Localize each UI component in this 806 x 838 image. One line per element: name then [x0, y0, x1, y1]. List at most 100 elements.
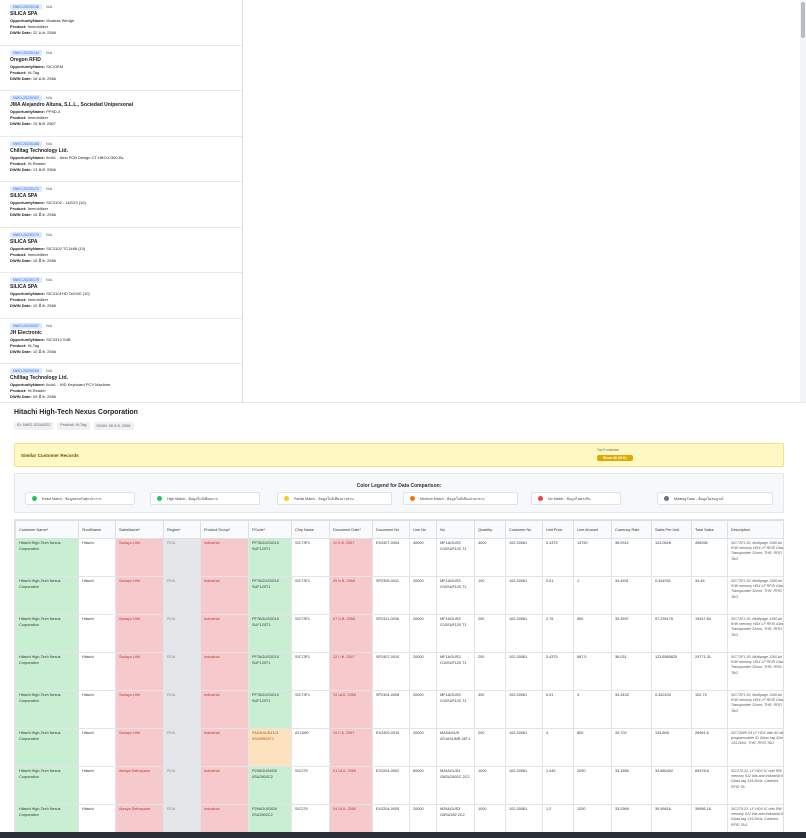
table-cell: MF1AGUS3 G10SUF120 T1 — [436, 652, 475, 691]
column-header[interactable]: Document Date* — [329, 520, 373, 539]
table-cell: Hitachi — [78, 766, 116, 805]
table-cell: Industrial — [200, 766, 249, 805]
opportunity-id-badge: NWO-20230144 — [10, 49, 42, 56]
column-header[interactable]: Region* — [163, 520, 201, 539]
table-row[interactable]: Hitachi High-Tech Nexus Corporation Hitac… — [15, 538, 783, 577]
app-root: NWO-20230136 N/A SILICA SPA OpportunityName… — [0, 0, 806, 838]
table-cell: 36.031 — [611, 652, 652, 691]
opportunity-name: Mudeas Wedge — [46, 18, 75, 23]
table-row[interactable]: Hitachi High-Tech Nexus Corporation Hitac… — [15, 728, 783, 767]
table-cell: 0.344931 — [651, 576, 692, 615]
column-header[interactable]: No — [436, 520, 475, 539]
opportunity-card[interactable]: NWO-20230136 N/A SILICA SPA OpportunityName… — [0, 0, 242, 46]
opportunity-card[interactable]: NWO-20230144 N/A Oregon RFID OpportunityNam… — [0, 46, 242, 91]
show-all-button[interactable]: Show All (9/11) — [597, 455, 633, 461]
column-header[interactable]: Line No — [409, 520, 437, 539]
table-cell: Hitachi — [78, 538, 116, 577]
scrollbar-thumb[interactable] — [801, 2, 805, 38]
table-cell: Hitachi High-Tech Nexus Corporation — [15, 728, 79, 767]
top-matches-label: Top 9 matches — [597, 448, 620, 452]
column-header[interactable]: Total Sales — [691, 520, 728, 539]
column-header[interactable]: Quantity — [474, 520, 506, 539]
table-cell: 102.73 — [691, 690, 728, 729]
opportunity-name: SIC3102 - 162/23 (10) — [46, 200, 86, 205]
table-cell: 69378.8 — [691, 766, 728, 805]
table-cell: 496254 — [691, 538, 728, 577]
opportunity-card[interactable]: NWO-20230168 N/A Chilltag Technology Ltd. O… — [0, 137, 242, 182]
table-row[interactable]: Hitachi High-Tech Nexus Corporation Hitac… — [15, 576, 783, 615]
opportunity-dwin-date: 18 ม.ค. 2566 — [32, 75, 57, 81]
opportunity-customer: SILICA SPA — [10, 284, 38, 290]
opportunity-name: SIC3101HD Tel/100 (10) — [46, 291, 90, 296]
opportunity-card[interactable]: NWO-20230206 N/A Chilltag Technology Ltd. O… — [0, 364, 242, 402]
column-header[interactable]: Line Amount — [573, 520, 612, 539]
table-cell: 102-00061 — [505, 652, 543, 691]
table-cell: P29AGUS4G6 0SU2802C2 — [248, 766, 292, 805]
table-cell: Hitachi High-Tech Nexus Corporation — [15, 652, 79, 691]
legend-item: Partial Match - ข้อมูลใกล้เคียงบางส่วน — [277, 492, 392, 505]
table-cell: 1 — [573, 576, 612, 615]
column-header[interactable]: Customer Name* — [15, 520, 79, 539]
opportunity-card[interactable]: NWO-20230175 N/A SILICA SPA OpportunityName… — [0, 228, 242, 273]
legend-item: Medium Match - ข้อมูลใกล้เคียงปานกลาง — [403, 492, 518, 505]
label-dwin-date: DWIN Date: — [10, 30, 32, 35]
comparison-table-wrapper[interactable]: Customer Name* ShortName SalesName* Region*… — [14, 519, 784, 838]
opportunity-product: Hi-Tag — [27, 342, 40, 348]
opportunity-status: N/A — [45, 323, 53, 328]
table-cell: Sadayu Ufdi — [115, 652, 164, 691]
table-cell: 102-00061 — [505, 766, 543, 805]
table-cell: 2090 — [573, 766, 612, 805]
table-row[interactable]: Hitachi High-Tech Nexus Corporation Hitac… — [15, 766, 783, 805]
table-row[interactable]: Hitachi High-Tech Nexus Corporation Hitac… — [15, 652, 783, 691]
table-cell: 36.0912 — [611, 538, 652, 577]
column-header[interactable]: Sales Per Unit — [651, 520, 692, 539]
column-header[interactable]: Document No — [372, 520, 410, 539]
table-cell: Hitachi — [78, 614, 116, 653]
table-cell: 100 — [474, 576, 506, 615]
table-cell: Hitachi High-Tech Nexus Corporation — [15, 576, 79, 615]
table-cell: 20000 — [409, 614, 437, 653]
opportunity-product: Immobilizer — [27, 115, 49, 120]
opportunity-customer: SILICA SPA — [10, 193, 38, 199]
label-dwin-date: DWIN Date: — [10, 166, 32, 172]
table-cell: Industrial — [200, 690, 249, 729]
opportunity-card[interactable]: NWO-20230179 N/A SILICA SPA OpportunityName… — [0, 273, 242, 319]
label-product: Product: — [10, 251, 27, 257]
table-cell: SIC73F1-30, Multipage 1360-bit R/W memor… — [727, 576, 783, 615]
column-header[interactable]: Product Group* — [200, 520, 249, 539]
table-cell: Hitachi — [78, 690, 116, 729]
scrollbar-track[interactable] — [800, 0, 806, 402]
column-header[interactable]: Unit Price — [542, 520, 574, 539]
legend-item: No Match - ข้อมูลไม่ตรงกัน — [531, 492, 621, 505]
legend-label: No Match - ข้อมูลไม่ตรงกัน — [548, 496, 591, 501]
column-header[interactable]: Currency Rate — [611, 520, 652, 539]
label-dwin-date: DWIN Date: — [10, 257, 32, 263]
opportunity-dwin-date: 10 มี.ค. 2566 — [32, 303, 57, 308]
opportunity-name: Ikob1 - HID Keyboard PCV Machine — [46, 382, 111, 387]
column-header[interactable]: PCode* — [248, 520, 292, 539]
blank-panel — [244, 0, 806, 402]
table-cell: Sadayu Ufdi — [115, 690, 164, 729]
label-dwin-date: DWIN Date: — [10, 303, 32, 308]
table-cell: SIC279 — [291, 766, 330, 805]
opportunity-card[interactable]: NWO-20230207 N/A JH Electronic OpportunityN… — [0, 319, 242, 364]
opportunity-name: Ikob1 - New PCB Design CT-HBO-C300-BL — [46, 154, 124, 160]
opportunity-card[interactable]: NWO-20230173 N/A SILICA SPA OpportunityName… — [0, 182, 242, 228]
table-cell: 60000 — [409, 766, 437, 805]
opportunity-name: SIC3102 TC1468 (10) — [46, 245, 86, 251]
label-product: Product: — [10, 115, 27, 120]
table-cell: PFTAGUS3G10 SUF120T1 — [248, 690, 292, 729]
label-dwin-date: DWIN Date: — [10, 348, 32, 354]
column-header[interactable]: Description — [727, 520, 783, 539]
table-cell: 200 — [474, 614, 506, 653]
color-legend: Color Legend for Data Comparison: Exact … — [14, 473, 784, 513]
table-row[interactable]: Hitachi High-Tech Nexus Corporation Hitac… — [15, 614, 783, 653]
column-header[interactable]: ShortName — [78, 520, 116, 539]
table-cell: 800 — [573, 728, 612, 767]
table-cell: EX2204-0002 — [372, 766, 410, 805]
column-header[interactable]: SalesName* — [115, 520, 164, 539]
opportunity-card[interactable]: NWO-20230157 N/A JMA Alejandro Altuna, S.L… — [0, 91, 242, 137]
table-row[interactable]: Hitachi High-Tech Nexus Corporation Hitac… — [15, 690, 783, 729]
column-header[interactable]: Chip Name — [291, 520, 330, 539]
column-header[interactable]: Customer No — [505, 520, 543, 539]
